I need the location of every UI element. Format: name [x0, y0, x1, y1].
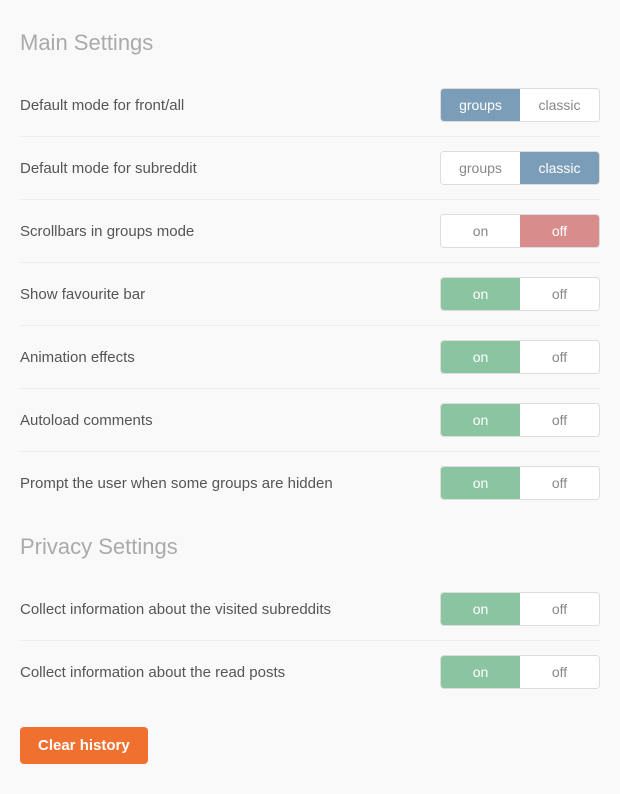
settings-row-scrollbars-groups: Scrollbars in groups modeonoff [20, 200, 600, 263]
toggle-btn-collect-read-posts-off[interactable]: off [520, 656, 599, 688]
toggle-btn-show-favourite-bar-on[interactable]: on [441, 278, 520, 310]
settings-row-autoload-comments: Autoload commentsonoff [20, 389, 600, 452]
main-settings-section: Main Settings Default mode for front/all… [20, 30, 600, 514]
toggle-btn-prompt-groups-hidden-on[interactable]: on [441, 467, 520, 499]
toggle-btn-default-mode-subreddit-groups[interactable]: groups [441, 152, 520, 184]
privacy-settings-section: Privacy Settings Collect information abo… [20, 534, 600, 703]
toggle-btn-collect-read-posts-on[interactable]: on [441, 656, 520, 688]
main-settings-rows: Default mode for front/allgroupsclassicD… [20, 74, 600, 514]
toggle-group-show-favourite-bar: onoff [440, 277, 600, 311]
toggle-group-autoload-comments: onoff [440, 403, 600, 437]
toggle-btn-show-favourite-bar-off[interactable]: off [520, 278, 599, 310]
toggle-btn-default-mode-subreddit-classic[interactable]: classic [520, 152, 599, 184]
setting-label-collect-read-posts: Collect information about the read posts [20, 662, 440, 683]
toggle-group-prompt-groups-hidden: onoff [440, 466, 600, 500]
toggle-group-default-mode-front: groupsclassic [440, 88, 600, 122]
toggle-group-animation-effects: onoff [440, 340, 600, 374]
toggle-btn-collect-visited-subreddits-off[interactable]: off [520, 593, 599, 625]
toggle-btn-default-mode-front-classic[interactable]: classic [520, 89, 599, 121]
settings-row-collect-read-posts: Collect information about the read posts… [20, 641, 600, 703]
clear-history-button[interactable]: Clear history [20, 727, 148, 764]
setting-label-default-mode-subreddit: Default mode for subreddit [20, 158, 440, 179]
main-settings-title: Main Settings [20, 30, 600, 56]
toggle-btn-collect-visited-subreddits-on[interactable]: on [441, 593, 520, 625]
privacy-settings-rows: Collect information about the visited su… [20, 578, 600, 703]
toggle-btn-autoload-comments-on[interactable]: on [441, 404, 520, 436]
settings-row-default-mode-subreddit: Default mode for subredditgroupsclassic [20, 137, 600, 200]
settings-row-prompt-groups-hidden: Prompt the user when some groups are hid… [20, 452, 600, 514]
setting-label-autoload-comments: Autoload comments [20, 410, 440, 431]
toggle-group-collect-read-posts: onoff [440, 655, 600, 689]
toggle-btn-animation-effects-off[interactable]: off [520, 341, 599, 373]
toggle-group-collect-visited-subreddits: onoff [440, 592, 600, 626]
setting-label-animation-effects: Animation effects [20, 347, 440, 368]
toggle-btn-scrollbars-groups-on[interactable]: on [441, 215, 520, 247]
toggle-btn-prompt-groups-hidden-off[interactable]: off [520, 467, 599, 499]
toggle-group-default-mode-subreddit: groupsclassic [440, 151, 600, 185]
toggle-btn-scrollbars-groups-off[interactable]: off [520, 215, 599, 247]
toggle-group-scrollbars-groups: onoff [440, 214, 600, 248]
toggle-btn-animation-effects-on[interactable]: on [441, 341, 520, 373]
setting-label-scrollbars-groups: Scrollbars in groups mode [20, 221, 440, 242]
settings-row-animation-effects: Animation effectsonoff [20, 326, 600, 389]
privacy-settings-title: Privacy Settings [20, 534, 600, 560]
setting-label-default-mode-front: Default mode for front/all [20, 95, 440, 116]
settings-row-collect-visited-subreddits: Collect information about the visited su… [20, 578, 600, 641]
toggle-btn-autoload-comments-off[interactable]: off [520, 404, 599, 436]
setting-label-prompt-groups-hidden: Prompt the user when some groups are hid… [20, 473, 440, 494]
toggle-btn-default-mode-front-groups[interactable]: groups [441, 89, 520, 121]
settings-row-show-favourite-bar: Show favourite baronoff [20, 263, 600, 326]
setting-label-show-favourite-bar: Show favourite bar [20, 284, 440, 305]
settings-row-default-mode-front: Default mode for front/allgroupsclassic [20, 74, 600, 137]
setting-label-collect-visited-subreddits: Collect information about the visited su… [20, 599, 440, 620]
